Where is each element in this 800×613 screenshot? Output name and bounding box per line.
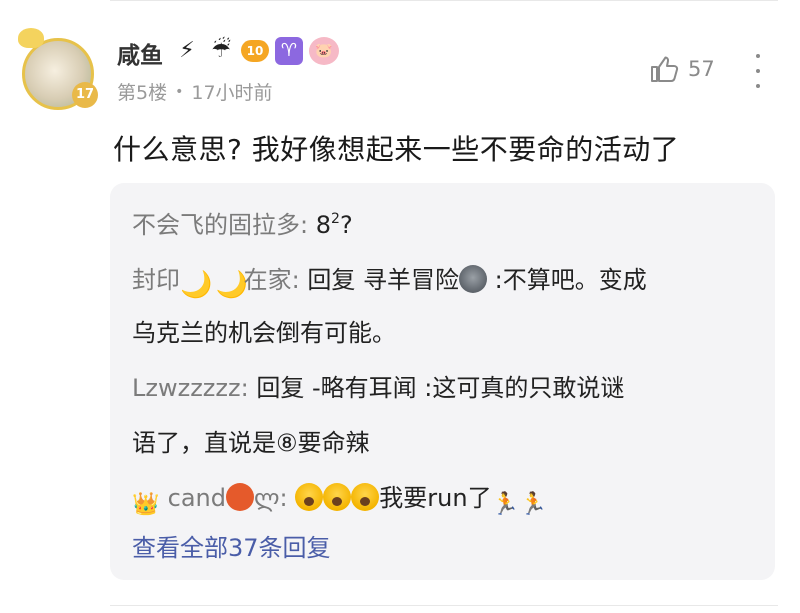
screaming-face-icon — [295, 483, 324, 511]
reply-text: 回复 -略有耳闻 :这可真的只敢说谜 — [256, 374, 625, 402]
post-time: 17小时前 — [191, 82, 273, 104]
user-badges: ⚡ ☔ 10 ♈ 🐷 — [173, 34, 339, 68]
umbrella-rain-icon: ☔ — [211, 38, 231, 63]
aries-icon: ♈ — [275, 37, 303, 65]
floor-number: 第5楼 — [117, 82, 168, 104]
reply-author[interactable]: 封印 — [132, 266, 180, 294]
reply-author[interactable]: 不会飞的固拉多 — [132, 211, 300, 239]
reply-author-suffix[interactable]: 在家 — [244, 266, 292, 294]
screaming-face-icon — [351, 483, 380, 511]
thumbs-up-icon — [651, 56, 679, 82]
reply-text: 8 — [315, 211, 332, 239]
bottom-divider — [110, 605, 778, 606]
crescent-moon-icon: 🌙 — [180, 270, 213, 300]
reply-colon: : — [291, 266, 300, 294]
avatar[interactable]: 17 — [18, 28, 98, 110]
username[interactable]: 咸鱼 — [117, 36, 163, 70]
crescent-moon-icon: 🌙 — [215, 270, 249, 300]
reply-item[interactable]: 封印🌙 🌙在家: 回复 寻羊冒险 :不算吧。变成 — [132, 260, 647, 299]
reply-colon: : — [300, 211, 309, 239]
reply-superscript: 2 — [331, 211, 340, 227]
reply-author[interactable]: cand — [168, 484, 226, 512]
meta-separator: • — [175, 83, 184, 100]
reply-colon: : — [279, 484, 288, 512]
lightning-icon: ⚡ — [179, 38, 195, 63]
running-person-icon: 🏃 — [491, 492, 519, 517]
level-badge-icon[interactable]: 10 — [241, 40, 269, 62]
view-all-replies-link[interactable]: 查看全部37条回复 — [132, 528, 331, 563]
more-dot-icon — [756, 54, 760, 58]
reply-text-end: :不算吧。变成 — [494, 266, 647, 294]
reply-item-continued: 乌克兰的机会倒有可能。 — [132, 313, 396, 348]
sheep-icon — [459, 265, 488, 293]
reply-text: 我要run了 — [379, 484, 492, 512]
pig-icon: 🐷 — [309, 37, 339, 65]
top-divider — [110, 0, 778, 1]
reply-item-continued: 语了，直说是⑧要命辣 — [132, 423, 370, 458]
reply-item[interactable]: 不会飞的固拉多: 82? — [132, 205, 353, 240]
reply-text: 回复 寻羊冒险 — [307, 266, 460, 294]
reply-item[interactable]: 👑 cand ლ: 我要run了🏃🏃 — [132, 478, 548, 519]
reply-text-line2: 语了，直说是⑧要命辣 — [132, 429, 370, 457]
reply-text-line2: 乌克兰的机会倒有可能。 — [132, 319, 396, 347]
reply-colon: : — [240, 374, 249, 402]
avatar-badge: 17 — [72, 82, 98, 108]
reply-item[interactable]: Lzwzzzzz: 回复 -略有耳闻 :这可真的只敢说谜 — [132, 368, 624, 403]
like-button[interactable]: 57 — [648, 53, 715, 85]
running-person-icon: 🏃 — [519, 492, 547, 517]
more-options-button[interactable] — [748, 54, 768, 88]
more-dot-icon — [756, 84, 760, 88]
reply-text-end: ? — [339, 211, 353, 239]
reply-author[interactable]: Lzwzzzzz — [132, 374, 241, 402]
screaming-face-icon — [323, 483, 352, 511]
devil-icon — [226, 483, 254, 511]
reply-author-suffix[interactable]: ლ — [254, 484, 280, 512]
more-dot-icon — [756, 69, 760, 73]
post-meta: 第5楼 • 17小时前 — [117, 78, 273, 105]
reply-preview-box: 不会飞的固拉多: 82? 封印🌙 🌙在家: 回复 寻羊冒险 :不算吧。变成 乌克… — [110, 183, 775, 580]
avatar-frame-ornament — [18, 28, 44, 48]
comment-content: 什么意思? 我好像想起来一些不要命的活动了 — [113, 133, 680, 166]
like-count: 57 — [688, 57, 715, 81]
crown-icon: 👑 — [132, 492, 160, 517]
